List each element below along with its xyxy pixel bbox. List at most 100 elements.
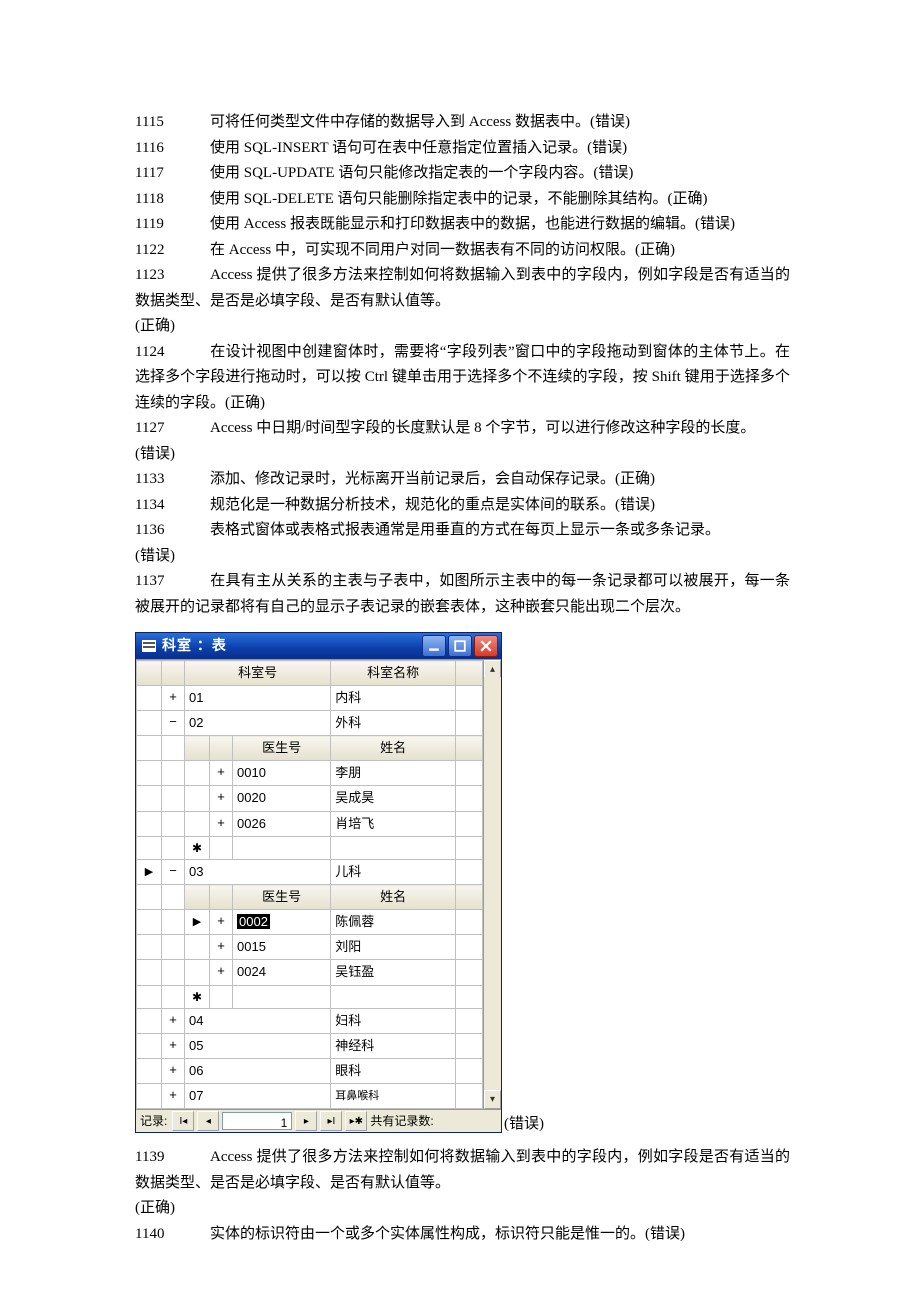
maximize-button[interactable] — [448, 635, 472, 657]
qnum: 1118 — [135, 187, 210, 213]
result-1123: (正确) — [135, 314, 790, 340]
table-row[interactable]: +04妇科 — [137, 1008, 483, 1033]
question-1118: 1118使用 SQL-DELETE 语句只能删除指定表中的记录，不能删除其结构。… — [135, 187, 790, 213]
close-button[interactable] — [474, 635, 498, 657]
col-dept-name[interactable]: 科室名称 — [331, 661, 456, 686]
qtext: 规范化是一种数据分析技术，规范化的重点是实体间的联系。(错误) — [210, 497, 655, 513]
qnum: 1119 — [135, 212, 210, 238]
nav-last-button[interactable]: ▸I — [320, 1111, 342, 1131]
minimize-button[interactable] — [422, 635, 446, 657]
nav-total-label: 共有记录数: — [370, 1111, 433, 1131]
question-1119: 1119使用 Access 报表既能显示和打印数据表中的数据，也能进行数据的编辑… — [135, 212, 790, 238]
qnum: 1127 — [135, 416, 210, 442]
record-navigator: 记录: I◂ ◂ 1 ▸ ▸I ▸✱ 共有记录数: — [136, 1109, 501, 1132]
qnum: 1134 — [135, 493, 210, 519]
vertical-scrollbar[interactable]: ▴ ▾ — [483, 660, 501, 1109]
qtext: Access 中日期/时间型字段的长度默认是 8 个字节，可以进行修改这种字段的… — [210, 420, 755, 436]
access-window: 科室 ：表 科室号 科室名称 — [135, 632, 502, 1133]
collapse-icon[interactable]: − — [162, 860, 185, 885]
question-1115: 1115可将任何类型文件中存储的数据导入到 Access 数据表中。(错误) — [135, 110, 790, 136]
header-row: 科室号 科室名称 — [137, 661, 483, 686]
result-1136: (错误) — [135, 544, 790, 570]
qnum: 1137 — [135, 569, 210, 595]
sub-row[interactable]: +0010李朋 — [137, 761, 483, 786]
nav-new-button[interactable]: ▸✱ — [345, 1111, 367, 1131]
qtext: 添加、修改记录时，光标离开当前记录后，会自动保存记录。(正确) — [210, 471, 655, 487]
document-page: 1115可将任何类型文件中存储的数据导入到 Access 数据表中。(错误) 1… — [0, 0, 920, 1307]
result-1137: (错误) — [504, 1112, 544, 1138]
current-record-icon: ▶ — [185, 910, 210, 935]
window-title: 科室 ：表 — [162, 634, 422, 658]
qtext: 使用 SQL-UPDATE 语句只能修改指定表的一个字段内容。(错误) — [210, 165, 633, 181]
question-1117: 1117使用 SQL-UPDATE 语句只能修改指定表的一个字段内容。(错误) — [135, 161, 790, 187]
new-record-icon: ✱ — [185, 985, 210, 1008]
expand-icon[interactable]: + — [162, 686, 185, 711]
result-1139: (正确) — [135, 1196, 790, 1222]
question-1122: 1122在 Access 中，可实现不同用户对同一数据表有不同的访问权限。(正确… — [135, 238, 790, 264]
qtext: 表格式窗体或表格式报表通常是用垂直的方式在每页上显示一条或多条记录。 — [210, 522, 720, 538]
nav-label: 记录: — [140, 1111, 167, 1131]
qtext: 使用 SQL-INSERT 语句可在表中任意指定位置插入记录。(错误) — [210, 140, 627, 156]
qtext: 在设计视图中创建窗体时，需要将“字段列表”窗口中的字段拖动到窗体的主体节上。在选… — [135, 344, 790, 411]
selected-cell[interactable]: 0002 — [237, 914, 270, 929]
sub-header-row: 医生号 姓名 — [137, 736, 483, 761]
col-doc-name[interactable]: 姓名 — [331, 736, 456, 761]
col-doc-no[interactable]: 医生号 — [233, 736, 331, 761]
table-row[interactable]: +05神经科 — [137, 1034, 483, 1059]
qtext: 实体的标识符由一个或多个实体属性构成，标识符只能是惟一的。(错误) — [210, 1226, 685, 1242]
qtext: Access 提供了很多方法来控制如何将数据输入到表中的字段内，例如字段是否有适… — [135, 1149, 790, 1191]
table-row[interactable]: − 02 外科 — [137, 711, 483, 736]
qtext: 在 Access 中，可实现不同用户对同一数据表有不同的访问权限。(正确) — [210, 242, 675, 258]
table-row[interactable]: +06眼科 — [137, 1059, 483, 1084]
nav-record-input[interactable]: 1 — [222, 1112, 292, 1130]
datasheet-icon — [142, 640, 156, 652]
qnum: 1117 — [135, 161, 210, 187]
table-row[interactable]: +07耳鼻喉科 — [137, 1084, 483, 1109]
titlebar[interactable]: 科室 ：表 — [136, 633, 501, 659]
nav-first-button[interactable]: I◂ — [172, 1111, 194, 1131]
new-sub-row[interactable]: ✱ — [137, 985, 483, 1008]
qnum: 1123 — [135, 263, 210, 289]
sub-row[interactable]: +0020吴成昊 — [137, 786, 483, 811]
question-1123: 1123Access 提供了很多方法来控制如何将数据输入到表中的字段内，例如字段… — [135, 263, 790, 314]
datasheet-grid[interactable]: 科室号 科室名称 + 01 内科 — [136, 660, 483, 1109]
sub-row[interactable]: +0026肖培飞 — [137, 811, 483, 836]
question-1137: 1137在具有主从关系的主表与子表中，如图所示主表中的每一条记录都可以被展开，每… — [135, 569, 790, 620]
qtext: 使用 Access 报表既能显示和打印数据表中的数据，也能进行数据的编辑。(错误… — [210, 216, 735, 232]
qtext: 使用 SQL-DELETE 语句只能删除指定表中的记录，不能删除其结构。(正确) — [210, 191, 707, 207]
table-row-current[interactable]: ▶ − 03 儿科 — [137, 860, 483, 885]
nav-prev-button[interactable]: ◂ — [197, 1111, 219, 1131]
question-1140: 1140实体的标识符由一个或多个实体属性构成，标识符只能是惟一的。(错误) — [135, 1222, 790, 1248]
result-1127: (错误) — [135, 442, 790, 468]
qnum: 1116 — [135, 136, 210, 162]
question-1133: 1133添加、修改记录时，光标离开当前记录后，会自动保存记录。(正确) — [135, 467, 790, 493]
qnum: 1140 — [135, 1222, 210, 1248]
nav-next-button[interactable]: ▸ — [295, 1111, 317, 1131]
question-1139: 1139Access 提供了很多方法来控制如何将数据输入到表中的字段内，例如字段… — [135, 1145, 790, 1196]
col-dept-no[interactable]: 科室号 — [185, 661, 331, 686]
current-record-icon: ▶ — [137, 860, 162, 885]
sub-row-current[interactable]: ▶+0002陈佩蓉 — [137, 910, 483, 935]
new-record-icon: ✱ — [185, 836, 210, 859]
qtext: 可将任何类型文件中存储的数据导入到 Access 数据表中。(错误) — [210, 114, 630, 130]
question-1124: 1124在设计视图中创建窗体时，需要将“字段列表”窗口中的字段拖动到窗体的主体节… — [135, 340, 790, 417]
qnum: 1122 — [135, 238, 210, 264]
question-1134: 1134规范化是一种数据分析技术，规范化的重点是实体间的联系。(错误) — [135, 493, 790, 519]
qnum: 1115 — [135, 110, 210, 136]
qnum: 1136 — [135, 518, 210, 544]
question-1116: 1116使用 SQL-INSERT 语句可在表中任意指定位置插入记录。(错误) — [135, 136, 790, 162]
new-sub-row[interactable]: ✱ — [137, 836, 483, 859]
qtext: Access 提供了很多方法来控制如何将数据输入到表中的字段内，例如字段是否有适… — [135, 267, 790, 309]
sub-row[interactable]: +0015刘阳 — [137, 935, 483, 960]
sub-row[interactable]: +0024吴钰盈 — [137, 960, 483, 985]
table-row[interactable]: + 01 内科 — [137, 686, 483, 711]
scroll-down-icon[interactable]: ▾ — [484, 1090, 501, 1109]
collapse-icon[interactable]: − — [162, 711, 185, 736]
qnum: 1124 — [135, 340, 210, 366]
qnum: 1139 — [135, 1145, 210, 1171]
question-1127: 1127Access 中日期/时间型字段的长度默认是 8 个字节，可以进行修改这… — [135, 416, 790, 442]
question-1136: 1136表格式窗体或表格式报表通常是用垂直的方式在每页上显示一条或多条记录。 — [135, 518, 790, 544]
sub-header-row: 医生号 姓名 — [137, 885, 483, 910]
qtext: 在具有主从关系的主表与子表中，如图所示主表中的每一条记录都可以被展开，每一条被展… — [135, 573, 790, 615]
qnum: 1133 — [135, 467, 210, 493]
